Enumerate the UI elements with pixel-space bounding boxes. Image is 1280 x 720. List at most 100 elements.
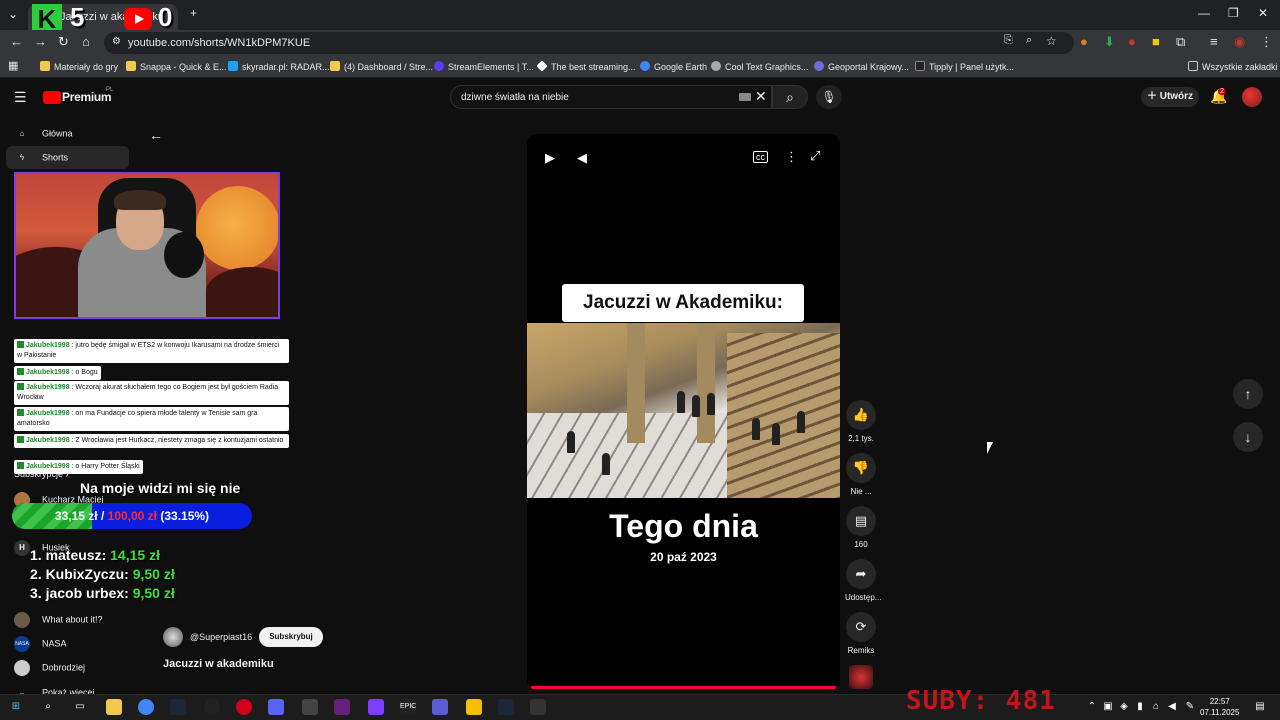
search-input[interactable]: dziwne światła na niebie: [450, 85, 772, 109]
close-window-button[interactable]: ✕: [1258, 6, 1268, 20]
more-options-icon[interactable]: ⋮: [785, 149, 798, 165]
comments-action[interactable]: ▤ 160: [845, 506, 877, 549]
opera-icon[interactable]: [236, 699, 252, 715]
sidebar-channel[interactable]: Dobrodziej: [14, 660, 85, 676]
bookmark-item[interactable]: skyradar.pl: RADAR...: [228, 61, 330, 72]
discord-icon[interactable]: [268, 699, 284, 715]
play-icon[interactable]: ▶: [545, 150, 555, 166]
bookmark-item[interactable]: Cool Text Graphics...: [711, 61, 808, 72]
site-info-icon[interactable]: ⚙: [112, 36, 121, 47]
sidebar-channel[interactable]: NASA NASA: [14, 636, 67, 652]
channel-handle[interactable]: @Superpiast16: [190, 632, 252, 642]
new-tab-button[interactable]: +: [190, 6, 197, 20]
bookmark-star-icon[interactable]: ☆: [1046, 34, 1057, 48]
epic-games-icon[interactable]: EPIC: [400, 699, 416, 715]
app-icon[interactable]: [432, 699, 448, 715]
volume-icon[interactable]: ◀: [577, 150, 587, 166]
thumbs-down-icon[interactable]: 👎: [846, 453, 876, 483]
microphone-icon[interactable]: ▮: [1132, 699, 1148, 715]
hamburger-menu-icon[interactable]: ☰: [14, 89, 27, 106]
bookmark-item[interactable]: The best streaming...: [536, 60, 636, 72]
account-avatar[interactable]: [1242, 87, 1262, 107]
extension-download-icon[interactable]: ⬇: [1104, 34, 1115, 50]
media-icon[interactable]: ≡: [1210, 34, 1218, 49]
captions-icon[interactable]: cc: [753, 151, 768, 163]
file-explorer-icon[interactable]: [106, 699, 122, 715]
sticky-notes-icon[interactable]: [466, 699, 482, 715]
volume-icon[interactable]: ◀: [1164, 699, 1180, 715]
bookmark-item[interactable]: Tipply | Panel użytk...: [915, 61, 1014, 72]
extension-record-icon[interactable]: ●: [1128, 34, 1136, 49]
back-arrow-icon[interactable]: ←: [149, 127, 163, 143]
search-button[interactable]: ⌕: [772, 85, 808, 109]
network-icon[interactable]: ⌂: [1148, 699, 1164, 715]
game-icon[interactable]: [302, 699, 318, 715]
url-field[interactable]: youtube.com/shorts/WN1kDPM7KUE: [104, 32, 1074, 54]
forward-icon[interactable]: →: [34, 34, 47, 49]
share-action[interactable]: ➦ Udostęp...: [845, 559, 881, 602]
install-icon[interactable]: ⎘: [1004, 34, 1013, 47]
app-icon[interactable]: [368, 699, 384, 715]
start-icon[interactable]: ⊞: [8, 699, 24, 715]
tab-list-icon[interactable]: ⌄: [8, 7, 18, 21]
minimize-button[interactable]: —: [1198, 6, 1210, 20]
shorts-player[interactable]: ▶ ◀ cc ⋮ ⤢ Jacuzzi w Akademiku: Tego dni…: [527, 134, 840, 690]
youtube-logo-text[interactable]: Premium: [62, 90, 112, 104]
short-title[interactable]: Jacuzzi w akademiku: [163, 658, 274, 670]
tray-app-icon[interactable]: ▣: [1100, 699, 1116, 715]
next-short-button[interactable]: ↓: [1233, 422, 1263, 452]
share-icon[interactable]: ➦: [846, 559, 876, 589]
fullscreen-icon[interactable]: ⤢: [810, 148, 820, 164]
extension-icon[interactable]: ●: [1080, 34, 1088, 49]
dislike-action[interactable]: 👎 Nie ...: [845, 453, 877, 496]
video-progress-bar[interactable]: [531, 686, 836, 689]
zoom-icon[interactable]: ⌕: [1026, 34, 1032, 47]
sidebar-channel[interactable]: What about it!?: [14, 612, 103, 628]
channel-avatar[interactable]: [163, 627, 183, 647]
voice-search-icon[interactable]: 🎙: [816, 85, 842, 109]
notifications-icon[interactable]: ▤: [1252, 699, 1268, 715]
clear-search-icon[interactable]: ✕: [755, 88, 767, 105]
remix-icon[interactable]: ⟳: [846, 612, 876, 642]
system-clock[interactable]: 22:57 07.11.2025: [1200, 696, 1239, 718]
steam-icon[interactable]: [498, 699, 514, 715]
bookmark-item[interactable]: StreamElements | T...: [434, 61, 534, 72]
task-view-icon[interactable]: ▭: [72, 699, 88, 715]
pen-icon[interactable]: ✎: [1182, 699, 1198, 715]
steam-icon[interactable]: [170, 699, 186, 715]
bookmark-item[interactable]: Snappa - Quick & E...: [126, 61, 227, 72]
remix-action[interactable]: ⟳ Remiks: [845, 612, 877, 655]
tray-app-icon[interactable]: ◈: [1116, 699, 1132, 715]
sidebar-item-shorts[interactable]: ϟ Shorts: [14, 150, 68, 166]
comment-icon[interactable]: ▤: [846, 506, 876, 536]
search-icon[interactable]: ⌕: [40, 699, 56, 715]
sound-thumbnail[interactable]: [849, 665, 873, 689]
tray-chevron-icon[interactable]: ⌃: [1084, 699, 1100, 715]
extension-note-icon[interactable]: ■: [1152, 34, 1160, 49]
bookmark-item[interactable]: Geoportal Krajowy...: [814, 61, 909, 72]
extensions-puzzle-icon[interactable]: ⧉: [1176, 34, 1185, 50]
like-action[interactable]: 👍 2,1 tys.: [845, 400, 877, 443]
bookmark-item[interactable]: Materiały do gry: [40, 61, 118, 72]
bookmark-item[interactable]: (4) Dashboard / Stre...: [330, 61, 433, 72]
create-button[interactable]: ＋ Utwórz: [1141, 87, 1199, 107]
thumbs-up-icon[interactable]: 👍: [846, 400, 876, 430]
reload-icon[interactable]: ↻: [58, 34, 69, 50]
home-icon[interactable]: ⌂: [82, 34, 90, 49]
subscribe-button[interactable]: Subskrybuj: [259, 627, 323, 647]
app-icon[interactable]: [530, 699, 546, 715]
keyboard-icon[interactable]: [739, 93, 751, 101]
profile-icon[interactable]: ◉: [1234, 34, 1245, 50]
apps-grid-icon[interactable]: ▦: [8, 59, 18, 72]
back-icon[interactable]: ←: [10, 34, 23, 49]
youtube-logo-icon[interactable]: [43, 91, 61, 104]
all-bookmarks[interactable]: Wszystkie zakładki: [1188, 61, 1278, 72]
restore-button[interactable]: ❐: [1228, 6, 1239, 20]
chrome-icon[interactable]: [138, 699, 154, 715]
visual-studio-icon[interactable]: [334, 699, 350, 715]
previous-short-button[interactable]: ↑: [1233, 379, 1263, 409]
sidebar-item-home[interactable]: ⌂ Główna: [14, 126, 73, 142]
menu-kebab-icon[interactable]: ⋮: [1260, 34, 1273, 50]
obs-icon[interactable]: [204, 699, 220, 715]
bookmark-item[interactable]: Google Earth: [640, 61, 707, 72]
